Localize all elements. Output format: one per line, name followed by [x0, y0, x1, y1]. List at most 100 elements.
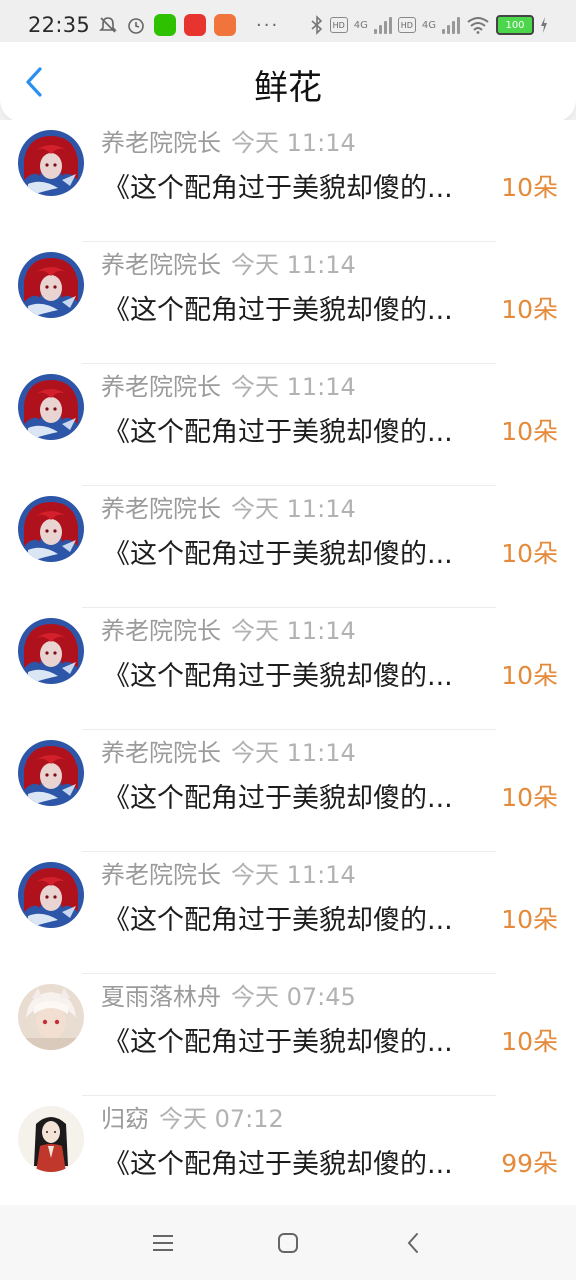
sender-meta: 归窈 今天 07:12	[101, 1099, 284, 1134]
sender-meta: 养老院院长 今天 11:14	[101, 245, 356, 280]
signal-icon	[373, 16, 392, 34]
status-time: 22:35	[28, 13, 91, 37]
flower-count: 10朵	[501, 539, 558, 568]
sender-meta: 养老院院长 今天 11:14	[101, 611, 356, 646]
page-title: 鲜花	[254, 68, 322, 108]
flower-count: 10朵	[501, 905, 558, 934]
avatar-image	[18, 862, 84, 928]
system-navigation-bar	[0, 1205, 576, 1280]
message-text: 《这个配角过于美貌却傻的...	[103, 783, 453, 814]
avatar-image	[18, 1106, 84, 1172]
sender-name: 养老院院长	[101, 251, 221, 279]
sender-meta: 养老院院长 今天 11:14	[101, 367, 356, 402]
avatar[interactable]	[18, 374, 84, 440]
message-text: 《这个配角过于美貌却傻的...	[103, 417, 453, 448]
avatar-image	[18, 374, 84, 440]
message-text: 《这个配角过于美貌却傻的...	[103, 1027, 453, 1058]
avatar-image	[18, 252, 84, 318]
wechat-icon	[154, 14, 177, 36]
flower-count: 10朵	[501, 173, 558, 202]
battery-icon: 100	[496, 15, 534, 35]
avatar[interactable]	[18, 496, 84, 562]
avatar-image	[18, 740, 84, 806]
sender-name: 养老院院长	[101, 739, 221, 767]
sender-meta: 养老院院长 今天 11:14	[101, 855, 356, 890]
message-text: 《这个配角过于美貌却傻的...	[103, 905, 453, 936]
system-back-button[interactable]	[388, 1218, 438, 1268]
avatar[interactable]	[18, 862, 84, 928]
flower-list: 养老院院长 今天 11:14 《这个配角过于美貌却傻的... 10朵 养老院院长 今天 1…	[0, 120, 576, 1218]
flower-count: 10朵	[501, 1027, 558, 1056]
sender-meta: 养老院院长 今天 11:14	[101, 489, 356, 524]
message-text: 《这个配角过于美貌却傻的...	[103, 1149, 453, 1180]
app-orange-icon	[214, 14, 237, 36]
list-item[interactable]: 养老院院长 今天 11:14 《这个配角过于美貌却傻的... 10朵	[0, 852, 576, 974]
timestamp: 今天 07:12	[159, 1105, 284, 1133]
avatar-image	[18, 984, 84, 1050]
sender-meta: 养老院院长 今天 11:14	[101, 733, 356, 768]
signal-icon-2	[442, 16, 460, 34]
bluetooth-icon	[311, 15, 322, 35]
avatar-image	[18, 130, 84, 196]
timestamp: 今天 11:14	[231, 495, 356, 523]
sender-name: 养老院院长	[101, 495, 221, 523]
sender-name: 养老院院长	[101, 861, 221, 889]
timestamp: 今天 11:14	[231, 251, 356, 279]
avatar-image	[18, 618, 84, 684]
avatar[interactable]	[18, 984, 84, 1050]
list-item[interactable]: 归窈 今天 07:12 《这个配角过于美貌却傻的... 99朵	[0, 1096, 576, 1218]
message-text: 《这个配角过于美貌却傻的...	[103, 173, 453, 204]
list-item[interactable]: 养老院院长 今天 11:14 《这个配角过于美貌却傻的... 10朵	[0, 730, 576, 852]
flower-count: 10朵	[501, 661, 558, 690]
home-button[interactable]	[263, 1218, 313, 1268]
avatar[interactable]	[18, 252, 84, 318]
avatar[interactable]	[18, 740, 84, 806]
wifi-icon	[467, 17, 489, 34]
message-text: 《这个配角过于美貌却傻的...	[103, 661, 453, 692]
sender-name: 养老院院长	[101, 373, 221, 401]
charging-icon	[541, 17, 547, 33]
hd-icon-2: HD	[397, 17, 416, 33]
timestamp: 今天 11:14	[231, 861, 356, 889]
timestamp: 今天 07:45	[231, 983, 356, 1011]
back-chevron-icon	[407, 1232, 419, 1253]
menu-icon	[152, 1234, 173, 1251]
sender-name: 夏雨落林舟	[101, 983, 221, 1011]
sender-meta: 夏雨落林舟 今天 07:45	[101, 977, 356, 1012]
mute-bell-icon	[99, 17, 117, 33]
avatar-image	[18, 496, 84, 562]
status-notification-icons: ···	[98, 14, 279, 36]
hd-icon: HD	[329, 17, 348, 33]
sender-name: 养老院院长	[101, 129, 221, 157]
menu-button[interactable]	[138, 1218, 188, 1268]
timestamp: 今天 11:14	[231, 617, 356, 645]
message-text: 《这个配角过于美貌却傻的...	[103, 539, 453, 570]
list-item[interactable]: 养老院院长 今天 11:14 《这个配角过于美貌却傻的... 10朵	[0, 242, 576, 364]
list-item[interactable]: 养老院院长 今天 11:14 《这个配角过于美貌却傻的... 10朵	[0, 608, 576, 730]
avatar[interactable]	[18, 618, 84, 684]
avatar[interactable]	[18, 1106, 84, 1172]
sender-meta: 养老院院长 今天 11:14	[101, 123, 356, 158]
list-item[interactable]: 养老院院长 今天 11:14 《这个配角过于美貌却傻的... 10朵	[0, 486, 576, 608]
network-type-label-2: 4G	[421, 19, 436, 31]
list-item[interactable]: 养老院院长 今天 11:14 《这个配角过于美貌却傻的... 10朵	[0, 120, 576, 242]
avatar[interactable]	[18, 130, 84, 196]
flower-count: 10朵	[501, 417, 558, 446]
sender-name: 养老院院长	[101, 617, 221, 645]
timestamp: 今天 11:14	[231, 373, 356, 401]
app-red-icon	[184, 14, 207, 36]
list-item[interactable]: 夏雨落林舟 今天 07:45 《这个配角过于美貌却傻的... 10朵	[0, 974, 576, 1096]
more-notifications-indicator: ···	[256, 14, 280, 36]
home-square-icon	[277, 1232, 298, 1253]
flower-count: 99朵	[501, 1149, 558, 1178]
timestamp: 今天 11:14	[231, 739, 356, 767]
list-item[interactable]: 养老院院长 今天 11:14 《这个配角过于美貌却傻的... 10朵	[0, 364, 576, 486]
flower-count: 10朵	[501, 783, 558, 812]
timestamp: 今天 11:14	[231, 129, 356, 157]
network-type-label: 4G	[353, 19, 368, 31]
alarm-icon	[128, 18, 144, 34]
sender-name: 归窈	[101, 1105, 149, 1133]
header: 鲜花	[0, 42, 576, 122]
status-system-icons: HD 4G HD 4G 100	[310, 15, 548, 35]
flower-count: 10朵	[501, 295, 558, 324]
